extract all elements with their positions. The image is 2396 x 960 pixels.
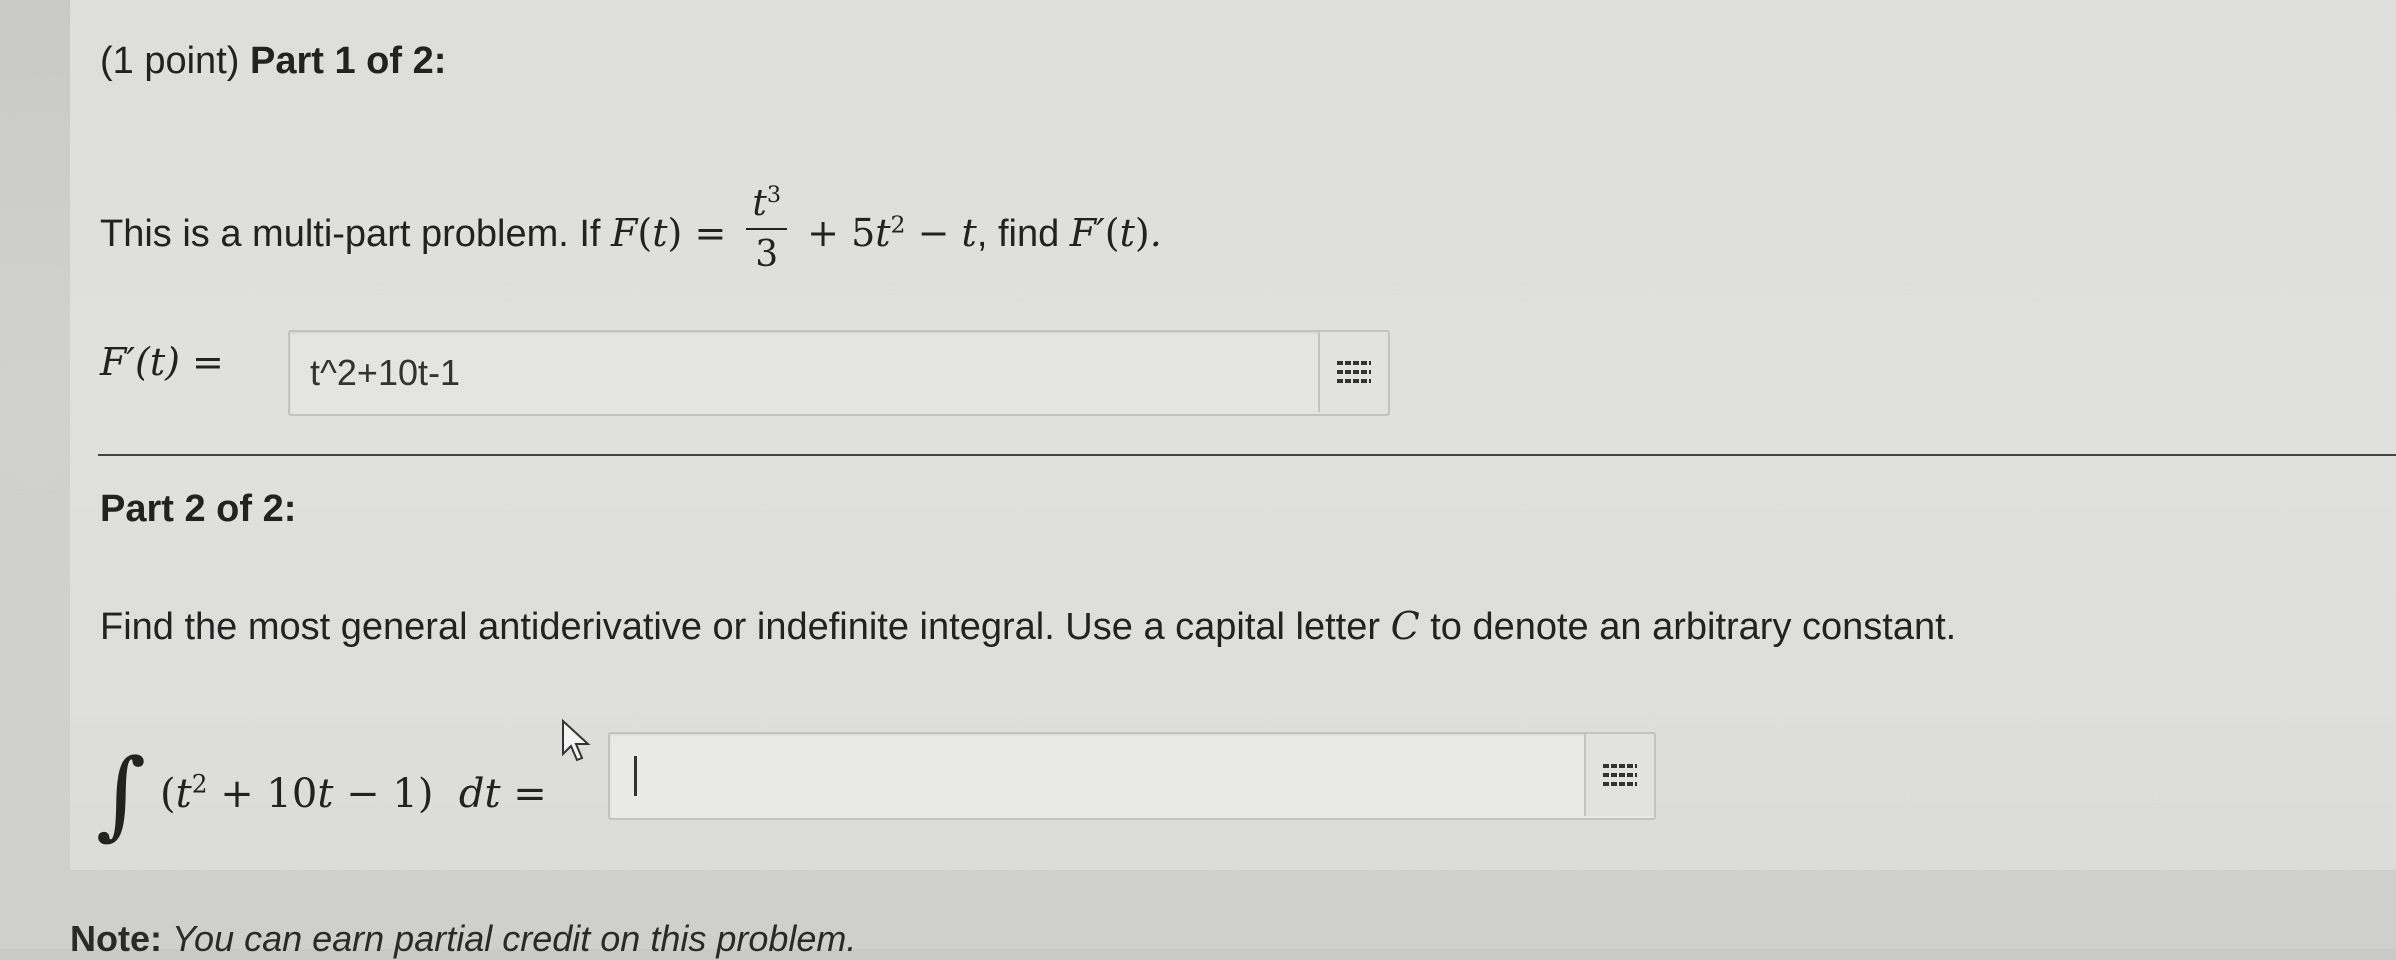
part1-intro: This is a multi-part problem. If xyxy=(100,213,601,255)
part2-heading: Part 2 of 2: xyxy=(100,488,297,530)
points-label: (1 point) xyxy=(100,40,240,82)
note-text: You can earn partial credit on this prob… xyxy=(172,918,857,959)
part1-answer-field[interactable]: t^2+10t-1 xyxy=(288,330,1390,416)
grid-icon xyxy=(1337,359,1371,385)
integral-sign-icon: ∫ xyxy=(96,738,147,850)
equation-editor-button-2[interactable] xyxy=(1584,734,1654,816)
partial-credit-note: Note: You can earn partial credit on thi… xyxy=(70,918,856,960)
problem-header: (1 point) Part 1 of 2: xyxy=(100,40,446,83)
text-caret xyxy=(634,756,637,796)
part1-answer-label: F′(t) = xyxy=(100,340,224,384)
note-label: Note: xyxy=(70,918,162,959)
part1-question: This is a multi-part problem. If F(t) = … xyxy=(100,182,1162,283)
function-definition: F(t) = t3 3 + 5t2 − t xyxy=(611,182,977,275)
constant-variable: C xyxy=(1390,604,1420,648)
mouse-cursor-icon xyxy=(562,718,591,762)
derivative-target: F′(t). xyxy=(1069,211,1162,255)
part2-instruction-a: Find the most general antiderivative or … xyxy=(100,606,1381,648)
part2-question: Find the most general antiderivative or … xyxy=(100,604,1956,649)
grid-icon xyxy=(1603,762,1637,788)
part2-instruction-b: to denote an arbitrary constant. xyxy=(1430,606,1957,648)
part1-heading: Part 1 of 2: xyxy=(249,40,447,82)
part-divider xyxy=(98,454,2396,456)
part1-answer-value[interactable]: t^2+10t-1 xyxy=(310,352,460,394)
part2-answer-field[interactable] xyxy=(608,732,1656,820)
integral-expression: ∫ (t2 + 10t − 1) dt = xyxy=(96,738,547,850)
equation-editor-button[interactable] xyxy=(1318,332,1388,412)
fraction: t3 3 xyxy=(746,182,788,275)
find-text: , find xyxy=(976,213,1060,255)
